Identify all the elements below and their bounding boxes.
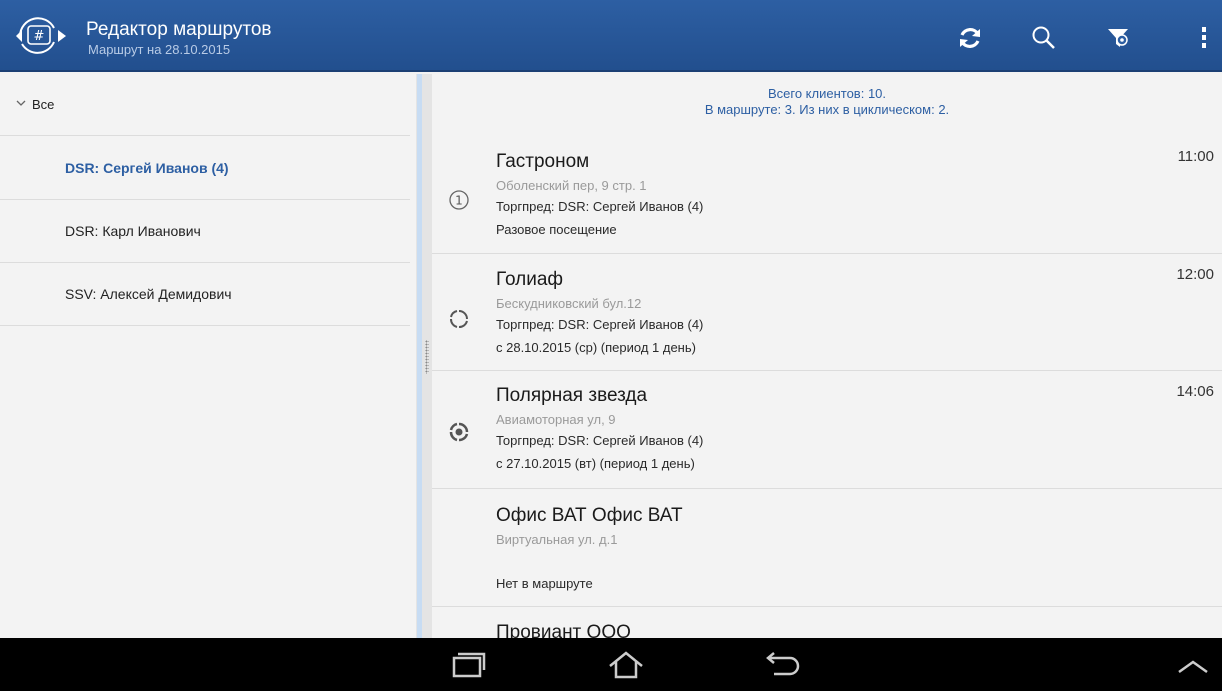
client-list: Всего клиентов: 10. В маршруте: 3. Из ни… [432, 74, 1222, 638]
summary-in-route: В маршруте: 3. Из них в циклическом: 2. [704, 102, 950, 117]
client-schedule: с 27.10.2015 (вт) (период 1 день) [496, 456, 695, 471]
refresh-button[interactable] [950, 18, 990, 58]
back-button[interactable] [755, 646, 805, 684]
list-item[interactable]: Голиаф Бескудниковский бул.12 Торгпред: … [432, 254, 1222, 371]
svg-text:#: # [34, 29, 45, 44]
refresh-icon [960, 28, 980, 48]
sidebar-item-label: DSR: Сергей Иванов (4) [65, 160, 229, 176]
overflow-menu-button[interactable] [1184, 18, 1222, 58]
client-rep: Торгпред: DSR: Сергей Иванов (4) [496, 433, 704, 448]
sidebar-item-label: Все [32, 97, 55, 112]
client-route-status: Нет в маршруте [496, 576, 593, 591]
system-navigation-bar [0, 638, 1222, 691]
client-name: Гастроном [496, 151, 590, 172]
list-item[interactable]: Полярная звезда Авиамоторная ул, 9 Торгп… [432, 371, 1222, 489]
pane-resize-handle[interactable] [425, 340, 429, 374]
chevron-down-icon [16, 100, 26, 106]
client-address: Виртуальная ул. д.1 [496, 532, 618, 547]
visit-time: 11:00 [1177, 148, 1214, 165]
pane-divider-accent [417, 74, 422, 638]
app-title: Редактор маршрутов [86, 19, 272, 40]
back-icon [766, 652, 800, 676]
app-subtitle: Маршрут на 28.10.2015 [88, 42, 231, 57]
sidebar-item-label: SSV: Алексей Демидович [65, 286, 232, 302]
cyclic-visit-icon [450, 310, 468, 328]
visit-time: 12:00 [1176, 266, 1214, 283]
clients-summary: Всего клиентов: 10. В маршруте: 3. Из ни… [432, 86, 1222, 118]
client-name: Голиаф [496, 269, 564, 290]
sidebar-item-label: DSR: Карл Иванович [65, 223, 201, 239]
client-rep: Торгпред: DSR: Сергей Иванов (4) [496, 199, 704, 214]
overflow-menu-icon [1202, 27, 1206, 48]
client-address: Оболенский пер, 9 стр. 1 [496, 178, 647, 193]
summary-total: Всего клиентов: 10. [767, 86, 887, 101]
one-time-visit-icon: 1 [449, 190, 469, 210]
salesrep-filter-list: Все DSR: Сергей Иванов (4) DSR: Карл Ива… [0, 74, 416, 638]
client-name: Провиант ООО [496, 622, 631, 638]
list-item[interactable]: Офис ВАТ Офис ВАТ Виртуальная ул. д.1 Не… [432, 489, 1222, 607]
sidebar-item-sergey-ivanov[interactable]: DSR: Сергей Иванов (4) [0, 137, 410, 200]
collapse-icon [1178, 660, 1208, 674]
client-schedule: Разовое посещение [496, 222, 617, 237]
app-logo-icon[interactable]: # [10, 14, 88, 58]
client-address: Бескудниковский бул.12 [496, 296, 642, 311]
filter-icon [1108, 29, 1128, 47]
list-item[interactable]: Гастроном Оболенский пер, 9 стр. 1 Торгп… [432, 136, 1222, 254]
client-rep: Торгпред: DSR: Сергей Иванов (4) [496, 317, 704, 332]
search-icon [1032, 26, 1055, 49]
sidebar-item-karl-ivanovich[interactable]: DSR: Карл Иванович [0, 200, 410, 263]
client-name: Полярная звезда [496, 385, 648, 406]
svg-text:1: 1 [455, 194, 463, 208]
client-schedule: с 28.10.2015 (ср) (период 1 день) [496, 340, 696, 355]
collapse-button[interactable] [1168, 646, 1218, 684]
cyclic-active-visit-icon [449, 422, 469, 442]
client-address: Авиамоторная ул, 9 [496, 412, 616, 427]
visit-time: 14:06 [1176, 383, 1214, 400]
sidebar-item-all[interactable]: Все [0, 74, 410, 136]
home-button[interactable] [601, 646, 651, 684]
recent-apps-icon [452, 652, 486, 678]
sidebar-item-aleksey-demidovich[interactable]: SSV: Алексей Демидович [0, 263, 410, 326]
client-name: Офис ВАТ Офис ВАТ [496, 505, 683, 526]
list-item[interactable]: Провиант ООО [432, 607, 1222, 638]
search-button[interactable] [1024, 18, 1064, 58]
action-bar: # Редактор маршрутов Маршрут на 28.10.20… [0, 0, 1222, 72]
recent-apps-button[interactable] [443, 646, 493, 684]
filter-button[interactable] [1098, 18, 1138, 58]
home-icon [609, 651, 643, 679]
